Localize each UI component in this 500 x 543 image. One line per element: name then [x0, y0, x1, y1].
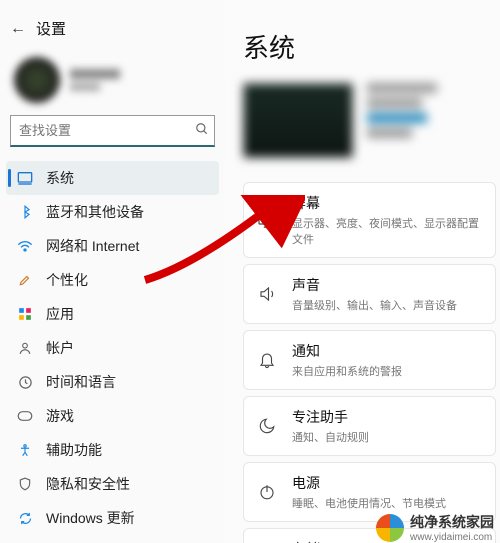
tile-notifications[interactable]: 通知 来自应用和系统的警报 — [243, 330, 496, 390]
brush-icon — [16, 271, 34, 289]
settings-title: 设置 — [36, 18, 66, 39]
moon-icon — [256, 415, 278, 437]
sidebar-item-gaming[interactable]: 游戏 — [6, 399, 219, 433]
tile-desc: 通知、自动规则 — [292, 429, 483, 445]
sidebar-item-privacy[interactable]: 隐私和安全性 — [6, 467, 219, 501]
tile-desc: 睡眠、电池使用情况、节电模式 — [292, 495, 483, 511]
tile-title: 电源 — [292, 473, 483, 493]
sidebar-item-personalization[interactable]: 个性化 — [6, 263, 219, 297]
system-icon — [16, 169, 34, 187]
main-panel: 系统 屏幕 显示器、亮度、夜间模式、显示器配置文件 声音 音量级别、输出、输入、… — [225, 0, 500, 543]
sidebar-item-label: 蓝牙和其他设备 — [46, 202, 144, 222]
watermark-logo-icon — [376, 514, 404, 542]
tile-desc: 显示器、亮度、夜间模式、显示器配置文件 — [292, 215, 483, 247]
profile-block[interactable] — [0, 49, 225, 115]
tile-title: 专注助手 — [292, 407, 483, 427]
update-icon — [16, 509, 34, 527]
privacy-icon — [16, 475, 34, 493]
device-thumbnail — [243, 83, 353, 158]
sidebar-item-accounts[interactable]: 帐户 — [6, 331, 219, 365]
sidebar-item-update[interactable]: Windows 更新 — [6, 501, 219, 535]
sidebar-item-label: 系统 — [46, 168, 74, 188]
account-icon — [16, 339, 34, 357]
sidebar-item-label: Windows 更新 — [46, 508, 135, 528]
display-icon — [256, 209, 278, 231]
sidebar-item-label: 应用 — [46, 304, 74, 324]
profile-text — [70, 69, 120, 91]
tile-desc: 来自应用和系统的警报 — [292, 363, 483, 379]
tile-title: 屏幕 — [292, 193, 483, 213]
sidebar-item-label: 游戏 — [46, 406, 74, 426]
tile-sound[interactable]: 声音 音量级别、输出、输入、声音设备 — [243, 264, 496, 324]
sidebar-item-accessibility[interactable]: 辅助功能 — [6, 433, 219, 467]
sidebar-item-network[interactable]: 网络和 Internet — [6, 229, 219, 263]
accessibility-icon — [16, 441, 34, 459]
sidebar-item-label: 帐户 — [46, 338, 74, 358]
device-info[interactable] — [243, 83, 500, 158]
search-field[interactable] — [19, 123, 195, 138]
gaming-icon — [16, 407, 34, 425]
avatar — [14, 57, 60, 103]
watermark: 纯净系统家园 www.yidaimei.com — [376, 512, 494, 543]
wifi-icon — [16, 237, 34, 255]
sidebar: ← 设置 系统 蓝牙和其他设备 — [0, 0, 225, 543]
sidebar-item-bluetooth[interactable]: 蓝牙和其他设备 — [6, 195, 219, 229]
back-icon[interactable]: ← — [10, 20, 26, 38]
tile-title: 声音 — [292, 275, 483, 295]
bell-icon — [256, 349, 278, 371]
device-text — [367, 83, 437, 158]
watermark-url: www.yidaimei.com — [410, 532, 494, 543]
apps-icon — [16, 305, 34, 323]
tile-desc: 音量级别、输出、输入、声音设备 — [292, 297, 483, 313]
search-input[interactable] — [10, 115, 215, 147]
sidebar-item-label: 时间和语言 — [46, 372, 116, 392]
sound-icon — [256, 283, 278, 305]
bluetooth-icon — [16, 203, 34, 221]
sidebar-item-time[interactable]: 时间和语言 — [6, 365, 219, 399]
watermark-name: 纯净系统家园 — [410, 512, 494, 532]
sidebar-item-system[interactable]: 系统 — [6, 161, 219, 195]
sidebar-item-label: 网络和 Internet — [46, 236, 139, 256]
search-icon — [195, 122, 209, 139]
tile-display[interactable]: 屏幕 显示器、亮度、夜间模式、显示器配置文件 — [243, 182, 496, 258]
tile-title: 通知 — [292, 341, 483, 361]
time-icon — [16, 373, 34, 391]
sidebar-item-label: 个性化 — [46, 270, 88, 290]
sidebar-item-label: 辅助功能 — [46, 440, 102, 460]
page-title: 系统 — [243, 28, 500, 65]
sidebar-item-label: 隐私和安全性 — [46, 474, 130, 494]
sidebar-item-apps[interactable]: 应用 — [6, 297, 219, 331]
tile-focus[interactable]: 专注助手 通知、自动规则 — [243, 396, 496, 456]
power-icon — [256, 481, 278, 503]
